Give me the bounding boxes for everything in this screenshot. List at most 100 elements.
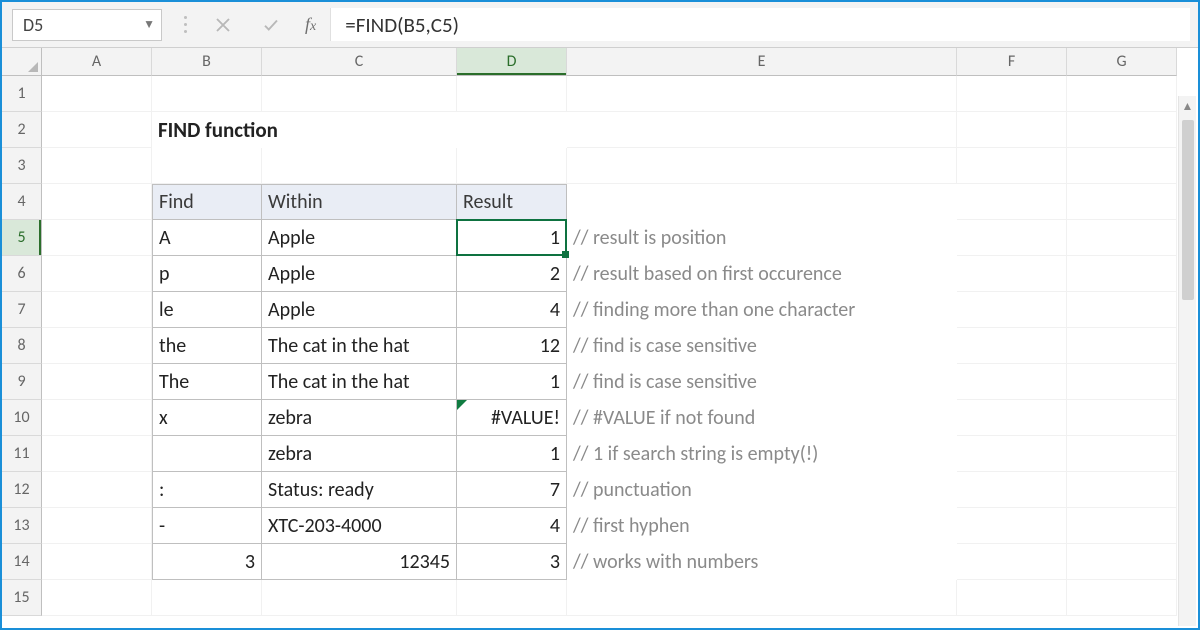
cell-G12[interactable]	[1067, 472, 1177, 508]
cell-A6[interactable]	[42, 256, 152, 292]
cell-D1[interactable]	[457, 76, 567, 112]
cell-D12[interactable]: 7	[457, 472, 567, 508]
cell-B7[interactable]: le	[152, 292, 262, 328]
cell-B4[interactable]: Find	[152, 184, 262, 220]
cell-B8[interactable]: the	[152, 328, 262, 364]
cell-A14[interactable]	[42, 544, 152, 580]
cell-B15[interactable]	[152, 580, 262, 616]
cell-C3[interactable]	[262, 148, 457, 184]
cell-E7[interactable]: // finding more than one character	[567, 292, 957, 328]
cell-C15[interactable]	[262, 580, 457, 616]
cell-F2[interactable]	[957, 112, 1067, 148]
spreadsheet-grid[interactable]: A B C D E F G 1 2 FIND function 3 4 Find…	[2, 48, 1198, 616]
cell-G4[interactable]	[1067, 184, 1177, 220]
cell-C1[interactable]	[262, 76, 457, 112]
cell-D8[interactable]: 12	[457, 328, 567, 364]
cell-D14[interactable]: 3	[457, 544, 567, 580]
row-header-1[interactable]: 1	[2, 76, 42, 112]
cell-C5[interactable]: Apple	[262, 220, 457, 256]
cell-G14[interactable]	[1067, 544, 1177, 580]
cell-E9[interactable]: // find is case sensitive	[567, 364, 957, 400]
cell-A5[interactable]	[42, 220, 152, 256]
cell-A3[interactable]	[42, 148, 152, 184]
row-header-2[interactable]: 2	[2, 112, 42, 148]
cell-G2[interactable]	[1067, 112, 1177, 148]
cell-C13[interactable]: XTC-203-4000	[262, 508, 457, 544]
cell-G11[interactable]	[1067, 436, 1177, 472]
cell-G13[interactable]	[1067, 508, 1177, 544]
row-header-6[interactable]: 6	[2, 256, 42, 292]
cell-D10[interactable]: #VALUE!	[457, 400, 567, 436]
vertical-scrollbar[interactable]: ▲	[1178, 96, 1196, 626]
cell-A13[interactable]	[42, 508, 152, 544]
row-header-7[interactable]: 7	[2, 292, 42, 328]
col-header-G[interactable]: G	[1067, 48, 1177, 76]
row-header-9[interactable]: 9	[2, 364, 42, 400]
col-header-F[interactable]: F	[957, 48, 1067, 76]
col-header-D[interactable]: D	[457, 48, 567, 76]
cell-B3[interactable]	[152, 148, 262, 184]
row-header-10[interactable]: 10	[2, 400, 42, 436]
row-header-3[interactable]: 3	[2, 148, 42, 184]
row-header-12[interactable]: 12	[2, 472, 42, 508]
cell-E15[interactable]	[567, 580, 957, 616]
cell-G9[interactable]	[1067, 364, 1177, 400]
cell-D11[interactable]: 1	[457, 436, 567, 472]
cell-F1[interactable]	[957, 76, 1067, 112]
cell-F13[interactable]	[957, 508, 1067, 544]
row-header-4[interactable]: 4	[2, 184, 42, 220]
cell-E14[interactable]: // works with numbers	[567, 544, 957, 580]
cell-A10[interactable]	[42, 400, 152, 436]
cell-G5[interactable]	[1067, 220, 1177, 256]
fx-icon[interactable]: fx	[305, 14, 316, 35]
cell-B1[interactable]	[152, 76, 262, 112]
chevron-down-icon[interactable]: ▼	[143, 17, 155, 32]
cell-F12[interactable]	[957, 472, 1067, 508]
cell-A7[interactable]	[42, 292, 152, 328]
cell-A9[interactable]	[42, 364, 152, 400]
cell-C14[interactable]: 12345	[262, 544, 457, 580]
cell-F15[interactable]	[957, 580, 1067, 616]
cell-A8[interactable]	[42, 328, 152, 364]
cell-F10[interactable]	[957, 400, 1067, 436]
cell-E11[interactable]: // 1 if search string is empty(!)	[567, 436, 957, 472]
col-header-B[interactable]: B	[152, 48, 262, 76]
cell-F6[interactable]	[957, 256, 1067, 292]
cell-A12[interactable]	[42, 472, 152, 508]
scroll-up-icon[interactable]: ▲	[1182, 96, 1194, 116]
cell-G15[interactable]	[1067, 580, 1177, 616]
cell-F7[interactable]	[957, 292, 1067, 328]
col-header-C[interactable]: C	[262, 48, 457, 76]
cell-D6[interactable]: 2	[457, 256, 567, 292]
cell-B10[interactable]: x	[152, 400, 262, 436]
row-header-8[interactable]: 8	[2, 328, 42, 364]
cell-G10[interactable]	[1067, 400, 1177, 436]
cell-E2[interactable]	[567, 112, 957, 148]
enter-button[interactable]	[257, 11, 285, 39]
cell-D7[interactable]: 4	[457, 292, 567, 328]
cell-A15[interactable]	[42, 580, 152, 616]
cell-E8[interactable]: // find is case sensitive	[567, 328, 957, 364]
cell-F11[interactable]	[957, 436, 1067, 472]
cell-F9[interactable]	[957, 364, 1067, 400]
cell-F14[interactable]	[957, 544, 1067, 580]
cell-G1[interactable]	[1067, 76, 1177, 112]
cell-F4[interactable]	[957, 184, 1067, 220]
cell-C12[interactable]: Status: ready	[262, 472, 457, 508]
cell-G6[interactable]	[1067, 256, 1177, 292]
cell-B11[interactable]	[152, 436, 262, 472]
cell-G8[interactable]	[1067, 328, 1177, 364]
cell-B5[interactable]: A	[152, 220, 262, 256]
cell-D3[interactable]	[457, 148, 567, 184]
cell-E12[interactable]: // punctuation	[567, 472, 957, 508]
name-box[interactable]: D5 ▼	[12, 9, 162, 41]
cell-E6[interactable]: // result based on first occurence	[567, 256, 957, 292]
cell-F5[interactable]	[957, 220, 1067, 256]
cell-C8[interactable]: The cat in the hat	[262, 328, 457, 364]
drag-handle-icon[interactable]	[182, 16, 189, 33]
col-header-E[interactable]: E	[567, 48, 957, 76]
cell-G7[interactable]	[1067, 292, 1177, 328]
cell-A2[interactable]	[42, 112, 152, 148]
cell-D5[interactable]: 1	[457, 220, 567, 256]
cell-B14[interactable]: 3	[152, 544, 262, 580]
